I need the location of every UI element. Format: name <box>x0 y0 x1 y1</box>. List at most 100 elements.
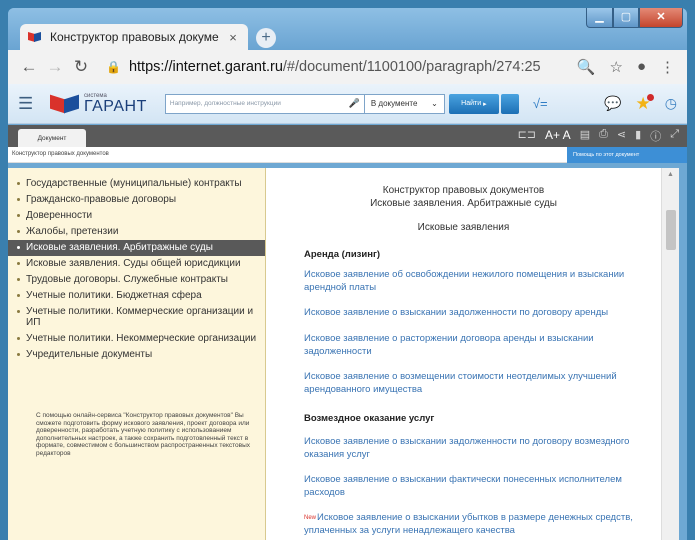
maximize-button[interactable]: ▢ <box>613 8 639 28</box>
bullet-icon <box>17 262 20 265</box>
info-icon[interactable]: ⓘ <box>650 128 661 144</box>
sidebar-item-label: Гражданско-правовые договоры <box>26 194 176 205</box>
sidebar-item[interactable]: Гражданско-правовые договоры <box>8 192 265 208</box>
compare-icon[interactable]: ⊏⊐ <box>518 128 536 144</box>
sidebar-item[interactable]: Исковые заявления. Суды общей юрисдикции <box>8 256 265 272</box>
address-bar: ← → ↻ 🔒 https://internet.garant.ru /#/do… <box>8 50 687 84</box>
chat-icon[interactable]: 💬 <box>604 95 621 112</box>
tab-title: Конструктор правовых докуме <box>50 30 219 44</box>
sidebar-item-label: Учетные политики. Бюджетная сфера <box>26 290 202 301</box>
chevron-down-icon: ⌄ <box>431 99 438 108</box>
bullet-icon <box>17 198 20 201</box>
new-tab-button[interactable]: + <box>256 28 276 48</box>
find-label: Найти <box>461 100 482 107</box>
sidebar-item-label: Исковые заявления. Арбитражные суды <box>26 242 213 253</box>
bullet-icon <box>17 182 20 185</box>
sidebar-item[interactable]: Доверенности <box>8 208 265 224</box>
forward-arrow-icon[interactable]: → <box>42 57 68 77</box>
bullet-icon <box>17 337 20 340</box>
search-options-button[interactable] <box>500 93 519 114</box>
sidebar-item[interactable]: Жалобы, претензии <box>8 224 265 240</box>
browser-tab[interactable]: Конструктор правовых докуме × <box>20 24 248 50</box>
doc-link[interactable]: Исковое заявление об освобождении нежило… <box>304 269 654 294</box>
search-input[interactable]: Например, должностные инструкции 🎤 <box>164 93 365 114</box>
bookmark-icon[interactable]: ▮ <box>635 128 641 144</box>
scroll-up-icon[interactable]: ▲ <box>662 168 679 178</box>
logo-title: ГАРАНТ <box>84 97 147 115</box>
garant-logo[interactable]: система ГАРАНТ <box>50 93 147 115</box>
sidebar: Государственные (муниципальные) контракт… <box>8 168 266 540</box>
bullet-icon <box>17 230 20 233</box>
font-size-icon[interactable]: A+ A <box>545 128 571 144</box>
scope-label: В документе <box>370 99 418 108</box>
garant-logo-icon <box>50 94 80 114</box>
sidebar-item[interactable]: Учетные политики. Коммерческие организац… <box>8 304 265 331</box>
document-body: Конструктор правовых документов Исковые … <box>266 168 661 540</box>
doc-subtitle: Исковые заявления <box>417 222 510 233</box>
back-arrow-icon[interactable]: ← <box>16 57 42 77</box>
sidebar-item[interactable]: Учетные политики. Бюджетная сфера <box>8 288 265 304</box>
lock-icon: 🔒 <box>106 60 121 74</box>
search-placeholder: Например, должностные инструкции <box>169 100 281 107</box>
doc-link[interactable]: NewИсковое заявление о взыскании убытков… <box>304 512 654 537</box>
close-window-button[interactable]: ✕ <box>639 8 683 28</box>
reload-icon[interactable]: ↻ <box>68 57 94 77</box>
sidebar-item-label: Исковые заявления. Суды общей юрисдикции <box>26 258 241 269</box>
bullet-icon <box>17 310 20 313</box>
doc-link[interactable]: Исковое заявление о взыскании задолженно… <box>304 307 654 320</box>
print-icon[interactable]: ⎙ <box>599 128 608 144</box>
garant-favicon-icon <box>28 31 42 43</box>
sidebar-item[interactable]: Учредительные документы <box>8 347 265 363</box>
bullet-icon <box>17 246 20 249</box>
zoom-icon[interactable]: 🔍 <box>577 58 596 76</box>
save-icon[interactable]: ▤ <box>580 128 590 144</box>
doc-link[interactable]: Исковое заявление о взыскании фактически… <box>304 474 654 499</box>
formula-icon[interactable]: √= <box>533 96 548 111</box>
bookmark-star-icon[interactable]: ☆ <box>609 58 622 76</box>
document-strip: Документ ⊏⊐ A+ A ▤ ⎙ ⋖ ▮ ⓘ ⤢ <box>8 125 687 147</box>
doc-link[interactable]: Исковое заявление о расторжении договора… <box>304 333 654 358</box>
account-icon[interactable]: ● <box>637 58 646 76</box>
microphone-icon[interactable]: 🎤 <box>349 98 360 109</box>
expand-icon[interactable]: ⤢ <box>670 128 679 144</box>
sidebar-item[interactable]: Исковые заявления. Арбитражные суды <box>8 240 265 256</box>
sidebar-item[interactable]: Трудовые договоры. Служебные контракты <box>8 272 265 288</box>
sidebar-item-label: Жалобы, претензии <box>26 226 119 237</box>
breadcrumb: Конструктор правовых документов Помощь п… <box>8 147 687 163</box>
menu-icon[interactable]: ☰ <box>18 94 40 114</box>
doc-link[interactable]: Исковое заявление о взыскании задолженно… <box>304 436 654 461</box>
help-label: Помощь по этот документ <box>573 152 640 158</box>
url-path: /#/document/1100100/paragraph/274:25 <box>282 59 541 75</box>
sidebar-item-label: Доверенности <box>26 210 93 221</box>
sidebar-item-label: Учетные политики. Коммерческие организац… <box>26 306 254 328</box>
sidebar-item-label: Учетные политики. Некоммерческие организ… <box>26 333 257 344</box>
search-scope-select[interactable]: В документе ⌄ <box>364 93 445 114</box>
help-button[interactable]: Помощь по этот документ <box>567 147 687 163</box>
menu-dots-icon[interactable]: ⋮ <box>660 58 675 76</box>
sidebar-list: Государственные (муниципальные) контракт… <box>8 168 265 363</box>
garant-toolbar: ☰ система ГАРАНТ Например, должностные и… <box>8 84 687 124</box>
share-icon[interactable]: ⋖ <box>617 128 626 144</box>
title-bar: Конструктор правовых докуме × + ▁ ▢ ✕ <box>8 8 687 50</box>
history-icon[interactable]: ◷ <box>665 95 677 112</box>
doc-link-text: Исковое заявление о взыскании убытков в … <box>304 512 633 536</box>
minimize-button[interactable]: ▁ <box>586 8 613 28</box>
doc-link[interactable]: Исковое заявление о возмещении стоимости… <box>304 371 654 396</box>
sidebar-item[interactable]: Учетные политики. Некоммерческие организ… <box>8 331 265 347</box>
tab-close-button[interactable]: × <box>226 30 240 45</box>
favorites-star-icon[interactable]: ★ <box>636 93 655 114</box>
find-button[interactable]: Найти ▸ <box>448 93 499 114</box>
bullet-icon <box>17 214 20 217</box>
sidebar-item-label: Государственные (муниципальные) контракт… <box>26 178 242 189</box>
scrollbar-thumb[interactable] <box>666 210 676 250</box>
tab-document[interactable]: Документ <box>18 129 86 147</box>
section-heading-lease: Аренда (лизинг) <box>304 249 381 260</box>
vertical-scrollbar[interactable]: ▲ <box>661 168 679 540</box>
url-field[interactable]: 🔒 https://internet.garant.ru /#/document… <box>106 59 577 75</box>
breadcrumb-label[interactable]: Конструктор правовых документов <box>12 151 109 157</box>
doc-header-line2: Исковые заявления. Арбитражные суды <box>370 198 557 209</box>
bullet-icon <box>17 278 20 281</box>
sidebar-item-label: Учредительные документы <box>26 349 153 360</box>
sidebar-item[interactable]: Государственные (муниципальные) контракт… <box>8 176 265 192</box>
sidebar-item-label: Трудовые договоры. Служебные контракты <box>26 274 228 285</box>
